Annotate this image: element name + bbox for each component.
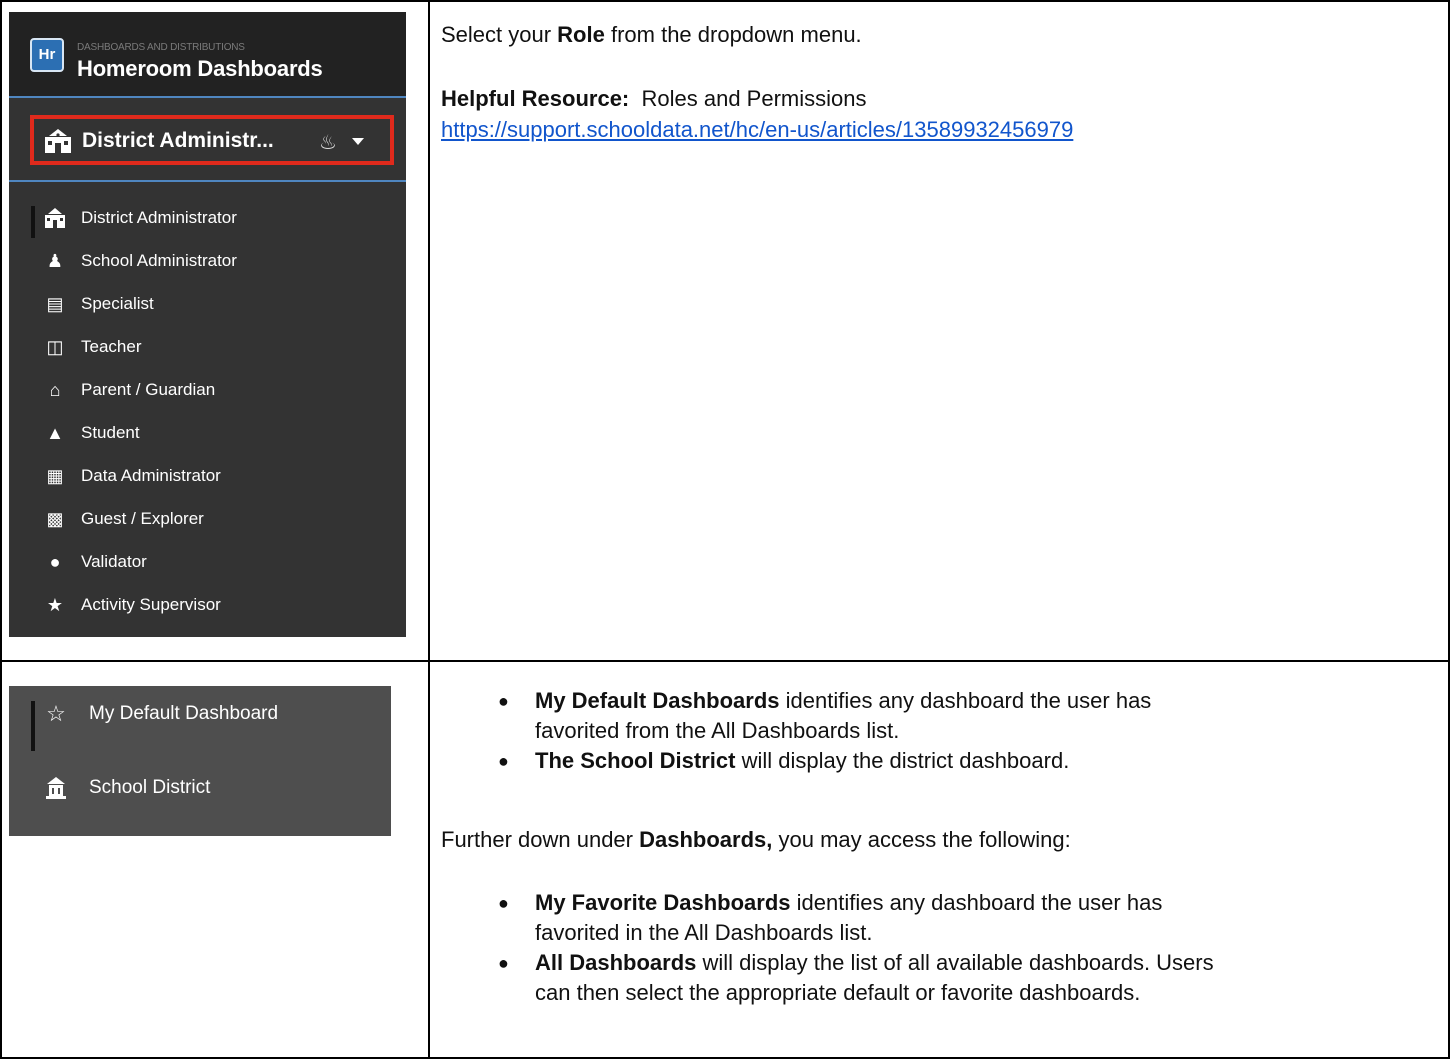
role-item-label: Activity Supervisor — [81, 595, 221, 614]
bullet-icon: ● — [498, 751, 509, 771]
school-building-icon — [45, 129, 71, 153]
role-item-label: School Administrator — [81, 251, 237, 270]
home-heart-icon: ⌂ — [49, 380, 61, 400]
bullet-bold: My Favorite Dashboards — [535, 890, 791, 915]
dashboard-bullets-a: ● My Default Dashboards identifies any d… — [498, 686, 1395, 776]
active-indicator — [31, 206, 35, 238]
list-item: ● My Favorite Dashboards identifies any … — [498, 888, 1395, 948]
bullet-bold: My Default Dashboards — [535, 688, 780, 713]
stars-icon: ★ — [46, 595, 64, 615]
district-building-icon — [46, 777, 66, 799]
dashboard-item-label: My Default Dashboard — [89, 703, 279, 724]
app-logo[interactable]: Hr — [30, 38, 64, 72]
bullet-text: favorited from the All Dashboards list. — [535, 718, 900, 743]
role-item-data-administrator[interactable]: ▦ Data Administrator — [9, 456, 406, 496]
role-item-student[interactable]: ▲ Student — [9, 413, 406, 453]
dashboard-bullets-b: ● My Favorite Dashboards identifies any … — [498, 888, 1395, 1008]
role-item-label: Teacher — [81, 337, 142, 356]
further-text: Further down under — [441, 827, 640, 852]
helpful-resource: Helpful Resource: Roles and Permissions — [441, 84, 866, 114]
bullet-text: will display the list of all available d… — [696, 950, 1214, 975]
role-item-validator[interactable]: ● Validator — [9, 542, 406, 582]
further-bold: Dashboards, — [639, 827, 773, 852]
resource-link[interactable]: https://support.schooldata.net/hc/en-us/… — [441, 117, 1073, 142]
header-divider — [9, 96, 406, 98]
app-title: Homeroom Dashboards — [77, 56, 323, 81]
table-column-divider — [428, 0, 430, 1059]
role-item-label: District Administrator — [81, 208, 237, 227]
role-dropdown-label: District Administr... — [82, 129, 274, 152]
podium-icon: ♟ — [46, 251, 64, 271]
further-down-text: Further down under Dashboards, you may a… — [441, 825, 1071, 855]
instruction-bold: Role — [557, 22, 605, 47]
list-item: ● All Dashboards will display the list o… — [498, 948, 1395, 1008]
list-item: ● My Default Dashboards identifies any d… — [498, 686, 1395, 746]
role-item-activity-supervisor[interactable]: ★ Activity Supervisor — [9, 585, 406, 625]
bullet-text: identifies any dashboard the user has — [779, 688, 1152, 713]
resource-link-line: https://support.schooldata.net/hc/en-us/… — [441, 115, 1073, 145]
chevron-down-icon[interactable] — [352, 138, 364, 145]
table-row-divider — [0, 660, 1450, 662]
school-building-icon — [45, 208, 65, 228]
instruction-text: from the dropdown menu. — [604, 22, 862, 47]
role-item-school-administrator[interactable]: ♟ School Administrator — [9, 241, 406, 281]
active-indicator — [31, 701, 35, 751]
role-instruction: Select your Role from the dropdown menu. — [441, 20, 862, 50]
table-border-top — [0, 0, 1450, 2]
dashboard-panel-screenshot: ☆ My Default Dashboard School District — [9, 686, 391, 836]
dashboard-item-label: School District — [89, 777, 211, 798]
bullet-bold: The School District — [535, 748, 736, 773]
backpack-icon: ▩ — [46, 509, 64, 529]
notification-icon[interactable]: ♨ — [319, 130, 337, 155]
bullet-icon: ● — [498, 953, 509, 973]
role-item-guest-explorer[interactable]: ▩ Guest / Explorer — [9, 499, 406, 539]
role-item-teacher[interactable]: ◫ Teacher — [9, 327, 406, 367]
bullet-text: will display the district dashboard. — [735, 748, 1070, 773]
resource-label: Helpful Resource: — [441, 86, 630, 111]
dashboard-item-my-default[interactable]: ☆ My Default Dashboard — [9, 689, 391, 751]
graduation-cap-icon: ▲ — [46, 423, 64, 443]
document-search-icon: ▤ — [46, 294, 64, 314]
app-subtitle: DASHBOARDS AND DISTRIBUTIONS — [77, 42, 245, 53]
star-outline-icon: ☆ — [46, 701, 66, 726]
role-dropdown[interactable]: District Administr... ♨ — [30, 115, 394, 165]
dashboard-item-school-district[interactable]: School District — [9, 763, 391, 813]
app-header: Hr DASHBOARDS AND DISTRIBUTIONS Homeroom… — [9, 12, 406, 96]
dropdown-divider — [9, 180, 406, 182]
role-item-label: Student — [81, 423, 140, 442]
table-border-left — [0, 0, 2, 1059]
role-item-specialist[interactable]: ▤ Specialist — [9, 284, 406, 324]
resource-text: Roles and Permissions — [641, 86, 867, 111]
bullet-text: favorited in the All Dashboards list. — [535, 920, 873, 945]
chalkboard-icon: ◫ — [46, 337, 64, 357]
id-card-icon: ▦ — [46, 466, 64, 486]
award-ribbon-icon: ● — [49, 552, 61, 572]
bullet-icon: ● — [498, 691, 509, 711]
role-item-district-administrator[interactable]: District Administrator — [9, 198, 406, 238]
bullet-text: can then select the appropriate default … — [535, 980, 1141, 1005]
bullet-text: identifies any dashboard the user has — [790, 890, 1163, 915]
role-item-label: Guest / Explorer — [81, 509, 204, 528]
role-menu-screenshot: Hr DASHBOARDS AND DISTRIBUTIONS Homeroom… — [9, 12, 406, 637]
role-item-parent-guardian[interactable]: ⌂ Parent / Guardian — [9, 370, 406, 410]
role-item-label: Specialist — [81, 294, 154, 313]
bullet-icon: ● — [498, 893, 509, 913]
instruction-text: Select your — [441, 22, 558, 47]
further-text: you may access the following: — [772, 827, 1071, 852]
role-item-label: Validator — [81, 552, 147, 571]
role-item-label: Parent / Guardian — [81, 380, 216, 399]
role-item-label: Data Administrator — [81, 466, 221, 485]
bullet-bold: All Dashboards — [535, 950, 697, 975]
list-item: ● The School District will display the d… — [498, 746, 1395, 776]
